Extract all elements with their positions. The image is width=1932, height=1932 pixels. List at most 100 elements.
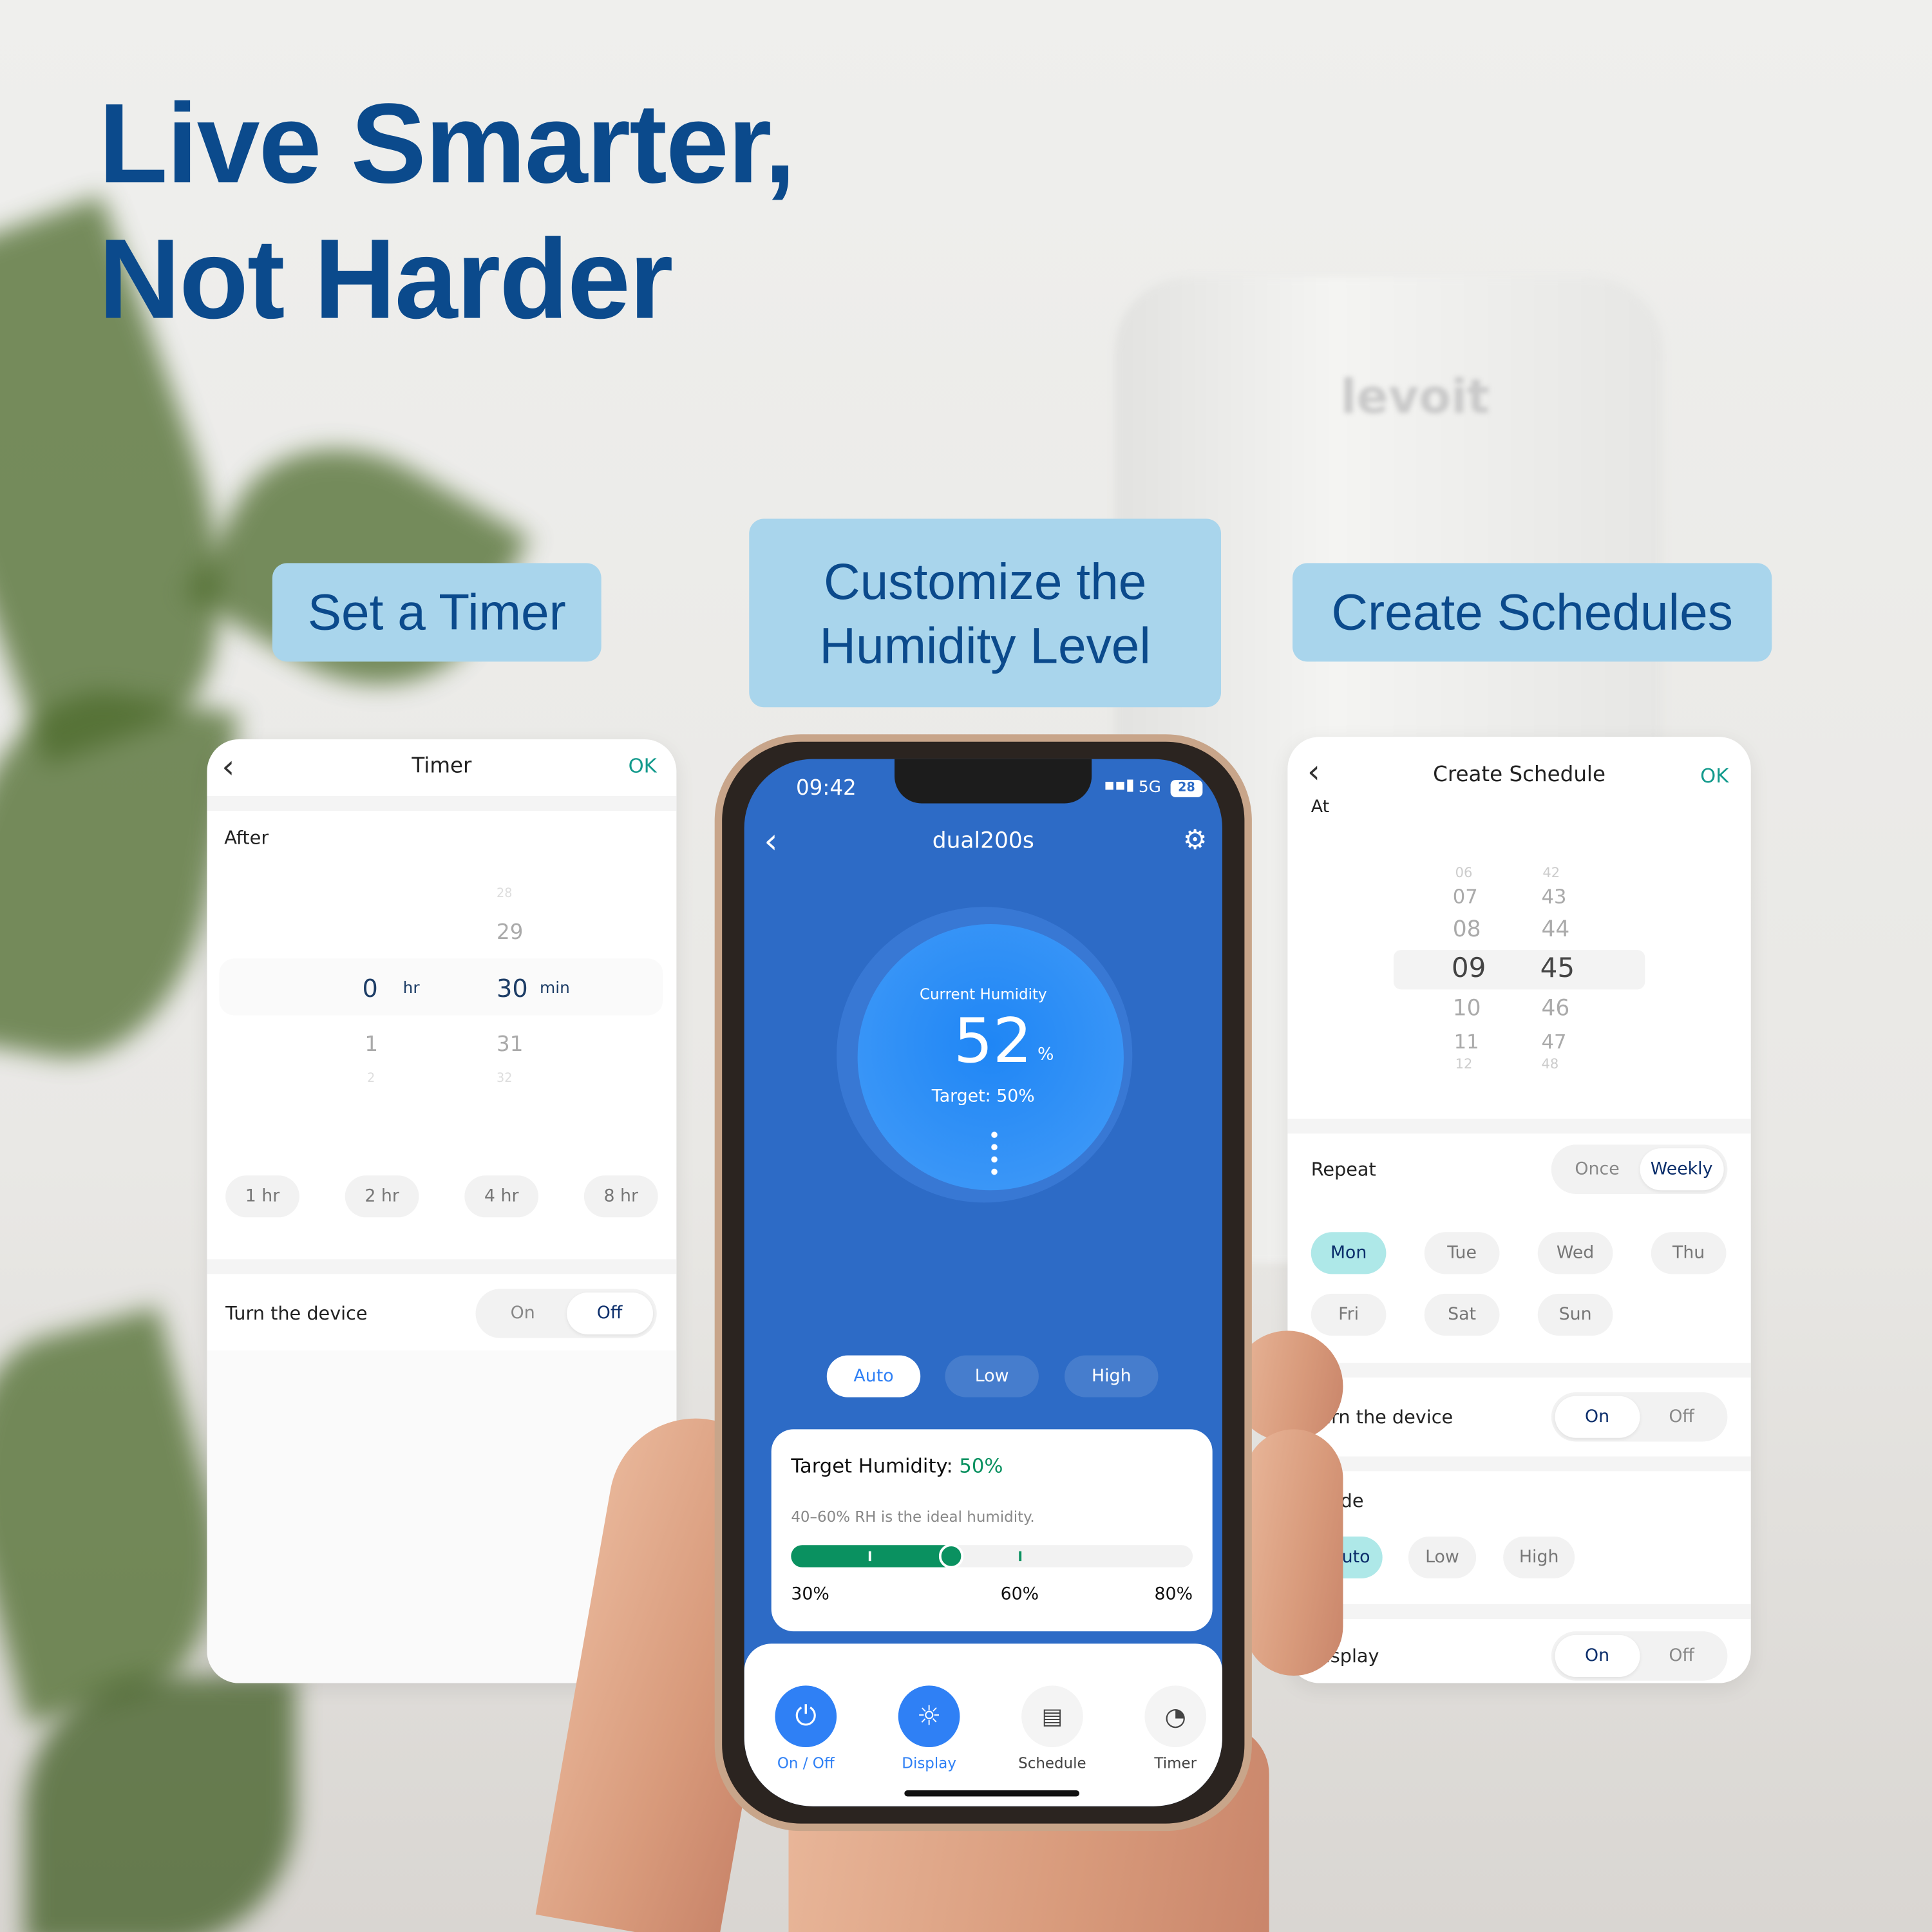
power-icon[interactable]: ⏻ xyxy=(775,1685,837,1748)
day-wed[interactable]: Wed xyxy=(1537,1232,1613,1274)
picker-min-item[interactable]: 48 xyxy=(1542,1056,1559,1072)
picker-min-item[interactable]: 31 xyxy=(497,1032,523,1057)
toggle-on[interactable]: On xyxy=(1555,1396,1640,1438)
picker-min-item[interactable]: 47 xyxy=(1542,1030,1567,1053)
mode-auto[interactable]: Auto xyxy=(826,1355,921,1397)
picker-min-item[interactable]: 43 xyxy=(1542,885,1567,908)
turn-device-toggle[interactable]: On Off xyxy=(1551,1392,1728,1442)
plant-leaf xyxy=(24,1676,296,1932)
hour-unit: hr xyxy=(402,980,420,998)
slider-thumb[interactable] xyxy=(938,1544,964,1569)
ok-button[interactable]: OK xyxy=(629,754,657,777)
target-text: Target: 50% xyxy=(931,1086,1035,1107)
target-humidity-label: Target Humidity: 50% xyxy=(791,1454,1003,1477)
mode-low[interactable]: Low xyxy=(1408,1536,1477,1578)
preset-2hr[interactable]: 2 hr xyxy=(345,1175,419,1218)
app-screen: 09:42 ▪▪▮ 5G 28 ‹ dual200s ⚙ Current Hum… xyxy=(744,759,1222,1806)
mode-low[interactable]: Low xyxy=(945,1355,1039,1397)
at-label: At xyxy=(1311,797,1330,817)
mist-dots xyxy=(990,1128,998,1179)
tag-set-timer: Set a Timer xyxy=(272,563,601,662)
repeat-once[interactable]: Once xyxy=(1555,1148,1640,1190)
repeat-weekly[interactable]: Weekly xyxy=(1639,1148,1724,1191)
slider-tick xyxy=(1019,1551,1022,1562)
toggle-off[interactable]: Off xyxy=(1640,1396,1724,1438)
picker-min-selected[interactable]: 45 xyxy=(1540,954,1575,985)
day-sun[interactable]: Sun xyxy=(1537,1293,1613,1336)
day-fri[interactable]: Fri xyxy=(1311,1293,1387,1336)
scale-label: 60% xyxy=(1000,1584,1039,1605)
picker-min-item[interactable]: 32 xyxy=(497,1072,512,1086)
current-humidity-label: Current Humidity xyxy=(919,985,1047,1003)
toggle-on[interactable]: On xyxy=(1555,1634,1640,1677)
status-time: 09:42 xyxy=(795,776,857,801)
home-indicator[interactable] xyxy=(904,1790,1080,1797)
picker-hour-selected[interactable]: 09 xyxy=(1452,954,1486,985)
day-tue[interactable]: Tue xyxy=(1424,1232,1500,1274)
nav-label-onoff: On / Off xyxy=(777,1754,835,1772)
picker-min-item[interactable]: 28 xyxy=(497,887,512,901)
picker-hour-item[interactable]: 1 xyxy=(365,1032,378,1057)
screen-title: Create Schedule xyxy=(1433,762,1605,788)
day-thu[interactable]: Thu xyxy=(1651,1232,1727,1274)
picker-min-item[interactable]: 46 xyxy=(1542,996,1570,1021)
toggle-on[interactable]: On xyxy=(479,1293,566,1334)
calendar-icon[interactable]: ▤ xyxy=(1021,1685,1083,1748)
target-humidity-card: Target Humidity: 50% 40–60% RH is the id… xyxy=(771,1429,1213,1632)
repeat-toggle[interactable]: Once Weekly xyxy=(1551,1144,1728,1194)
notch xyxy=(895,759,1092,804)
picker-hour-item[interactable]: 10 xyxy=(1453,996,1481,1021)
picker-hour-item[interactable]: 08 xyxy=(1453,916,1481,942)
mode-high[interactable]: High xyxy=(1065,1355,1159,1397)
picker-highlight xyxy=(1393,950,1645,990)
toggle-off[interactable]: Off xyxy=(1640,1635,1724,1677)
picker-min-item[interactable]: 42 xyxy=(1542,865,1560,881)
turn-device-toggle[interactable]: On Off xyxy=(475,1289,657,1338)
ok-button[interactable]: OK xyxy=(1700,764,1728,787)
timer-icon[interactable]: ◔ xyxy=(1144,1685,1207,1748)
ideal-hint: 40–60% RH is the ideal humidity. xyxy=(791,1508,1035,1526)
picker-min-selected[interactable]: 30 xyxy=(497,973,528,1003)
phone: 09:42 ▪▪▮ 5G 28 ‹ dual200s ⚙ Current Hum… xyxy=(714,734,1252,1832)
battery-icon: 28 xyxy=(1170,780,1203,797)
brand-watermark: levoit xyxy=(1340,369,1490,424)
toggle-off[interactable]: Off xyxy=(566,1293,654,1335)
bottom-nav: ⏻ On / Off ☼ Display ▤ Schedule ◔ Timer xyxy=(744,1643,1222,1806)
device-name: dual200s xyxy=(932,828,1034,854)
picker-highlight xyxy=(219,958,663,1016)
signal-icon: ▪▪▮ xyxy=(1104,776,1135,795)
mode-high[interactable]: High xyxy=(1503,1536,1575,1578)
picker-hour-item[interactable]: 12 xyxy=(1455,1056,1473,1072)
tag-create-schedules: Create Schedules xyxy=(1293,563,1772,662)
schedule-screen: ‹ Create Schedule OK At 06 07 08 09 10 1… xyxy=(1287,737,1751,1683)
picker-hour-selected[interactable]: 0 xyxy=(363,973,378,1003)
repeat-label: Repeat xyxy=(1311,1158,1376,1180)
day-mon[interactable]: Mon xyxy=(1311,1232,1387,1274)
tag-humidity: Customize the Humidity Level xyxy=(749,518,1222,708)
display-toggle[interactable]: On Off xyxy=(1551,1631,1728,1681)
picker-hour-item[interactable]: 07 xyxy=(1453,885,1478,908)
gear-icon[interactable]: ⚙ xyxy=(1183,826,1208,857)
nav-label-timer: Timer xyxy=(1154,1754,1197,1772)
preset-1hr[interactable]: 1 hr xyxy=(225,1175,299,1218)
humidity-slider[interactable] xyxy=(791,1544,1193,1569)
tag-humidity-line1: Customize the xyxy=(823,553,1147,610)
picker-hour-item[interactable]: 11 xyxy=(1454,1030,1479,1053)
slider-fill xyxy=(791,1545,956,1567)
turn-device-label: Turn the device xyxy=(225,1302,368,1325)
picker-min-item[interactable]: 44 xyxy=(1542,916,1570,942)
plant-leaf xyxy=(0,671,240,1079)
picker-min-item[interactable]: 29 xyxy=(497,920,523,945)
preset-4hr[interactable]: 4 hr xyxy=(464,1175,539,1218)
current-humidity-value: 52 xyxy=(953,1005,1032,1077)
tag-humidity-line2: Humidity Level xyxy=(819,616,1151,674)
current-humidity-unit: % xyxy=(1037,1045,1054,1065)
mode-label: de xyxy=(1340,1490,1364,1512)
day-sat[interactable]: Sat xyxy=(1424,1293,1500,1336)
preset-8hr[interactable]: 8 hr xyxy=(583,1175,658,1218)
nav-label-schedule: Schedule xyxy=(1018,1754,1086,1772)
stage: levoit Live Smarter, Not Harder Set a Ti… xyxy=(0,0,1932,1932)
picker-hour-item[interactable]: 06 xyxy=(1455,865,1473,881)
picker-hour-item[interactable]: 2 xyxy=(367,1072,375,1086)
sun-icon[interactable]: ☼ xyxy=(898,1685,960,1748)
